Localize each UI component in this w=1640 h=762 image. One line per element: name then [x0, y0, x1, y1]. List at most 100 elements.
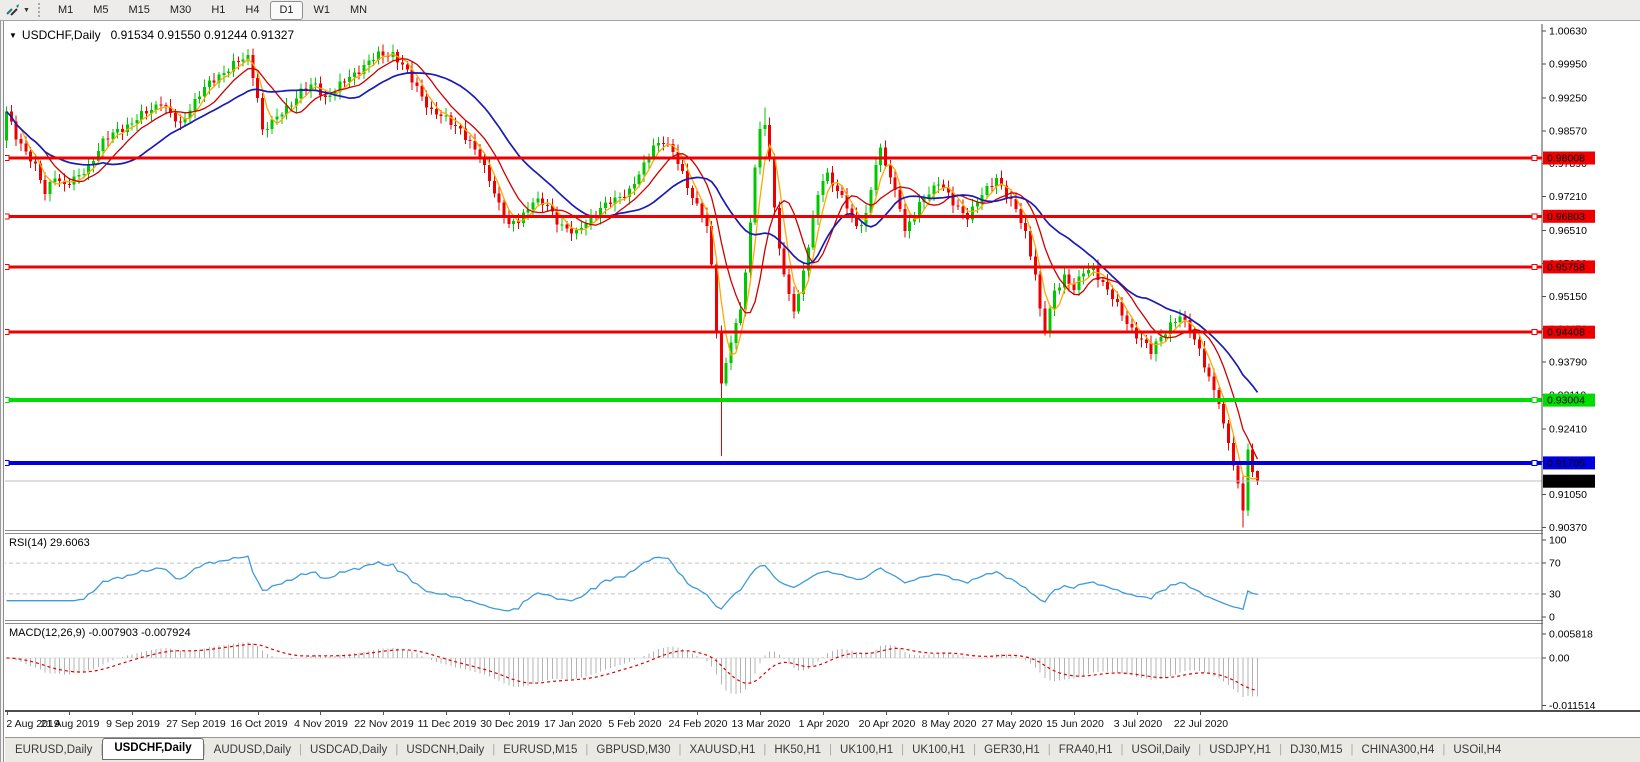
chart-tab-usdcnh-daily[interactable]: USDCNH,Daily [397, 741, 493, 760]
axis-tick-label: 0.96510 [1549, 225, 1587, 237]
date-label: 30 Dec 2019 [480, 718, 540, 730]
panel-splitter[interactable] [0, 620, 1640, 624]
date-tick-mark [446, 712, 447, 715]
date-tick-mark [1074, 712, 1075, 715]
ma-slow-line [5, 72, 1259, 393]
chart-tab-fra40-h1[interactable]: FRA40,H1 [1050, 741, 1122, 760]
axis-tick-label: 70 [1549, 558, 1561, 570]
timeframe-buttons: M1 M5 M15 M30 H1 H4 D1 W1 MN [48, 0, 377, 20]
date-tick-mark [823, 712, 824, 715]
timeframe-button-m15[interactable]: M15 [120, 1, 159, 20]
chart-title: ▼ USDCHF,Daily 0.91534 0.91550 0.91244 0.9… [9, 28, 294, 42]
current-price-label: 0.91327 [1543, 474, 1595, 488]
hline-0-91705[interactable] [2, 459, 1542, 466]
panel-splitter[interactable] [0, 530, 1640, 534]
date-tick-mark [69, 712, 70, 715]
svg-text:0.91327: 0.91327 [1547, 476, 1585, 488]
toolbar-grip[interactable] [37, 3, 40, 17]
date-label: 11 Dec 2019 [417, 718, 477, 730]
timeframe-button-h4[interactable]: H4 [236, 1, 268, 20]
price-axis[interactable]: 1.006300.999500.992500.985700.978900.972… [1541, 22, 1640, 712]
chart-plot-area[interactable]: 1.006300.999500.992500.985700.978900.972… [0, 0, 1640, 762]
timeframe-toolbar: ▼ M1 M5 M15 M30 H1 H4 D1 W1 MN [0, 0, 1640, 21]
chart-tab-eurusd-daily[interactable]: EURUSD,Daily [6, 741, 101, 760]
axis-tick-label: 0.91050 [1549, 489, 1587, 501]
timeframe-button-m1[interactable]: M1 [49, 1, 82, 20]
axis-tick-label: 0.98570 [1549, 125, 1587, 137]
axis-tick-label: 0.99950 [1549, 59, 1587, 71]
chart-tab-usoil-h4[interactable]: USOil,H4 [1444, 741, 1510, 760]
date-label: 4 Nov 2019 [294, 718, 348, 730]
chart-menu-caret-icon[interactable]: ▼ [9, 31, 17, 40]
date-tick-mark [1137, 712, 1138, 715]
chart-tab-china300-h4[interactable]: CHINA300,H4 [1352, 741, 1443, 760]
date-tick-mark [886, 712, 887, 715]
window-left-border [0, 21, 5, 762]
svg-text:0.95758: 0.95758 [1547, 261, 1585, 273]
chart-tab-usdjpy-h1[interactable]: USDJPY,H1 [1200, 741, 1280, 760]
axis-tick-label: 0.95150 [1549, 291, 1587, 303]
chart-tab-gbpusd-m30[interactable]: GBPUSD,M30 [587, 741, 679, 760]
hline-price-label: 0.96803 [1543, 209, 1595, 223]
timeframe-button-mn[interactable]: MN [341, 1, 376, 20]
date-tick-mark [948, 712, 949, 715]
candles-layer [5, 44, 1259, 528]
date-tick-mark [383, 712, 384, 715]
chart-tab-xauusd-h1[interactable]: XAUUSD,H1 [681, 741, 765, 760]
chart-style-dropdown-icon[interactable]: ▼ [23, 7, 30, 14]
date-tick-mark [7, 712, 8, 715]
svg-text:0.98008: 0.98008 [1547, 153, 1585, 165]
hline-0-96803[interactable] [2, 213, 1542, 220]
timeframe-button-d1[interactable]: D1 [270, 0, 303, 20]
date-tick-mark [1200, 712, 1201, 715]
date-tick-mark [634, 712, 635, 715]
chart-tab-usdcad-daily[interactable]: USDCAD,Daily [301, 741, 396, 760]
date-label: 8 May 2020 [921, 718, 977, 730]
timeframe-button-m30[interactable]: M30 [161, 1, 200, 20]
axis-tick-label: 0 [1549, 612, 1555, 624]
date-label: 1 Apr 2020 [798, 718, 850, 730]
axis-tick-label: 0.92410 [1549, 423, 1587, 435]
date-tick-mark [1011, 712, 1012, 715]
chart-tab-ger30-h1[interactable]: GER30,H1 [975, 741, 1049, 760]
svg-text:0.96803: 0.96803 [1547, 211, 1585, 223]
chart-title-ohlc: 0.91534 0.91550 0.91244 0.91327 [110, 28, 295, 42]
date-tick-mark [572, 712, 573, 715]
hline-price-label: 0.95758 [1543, 260, 1595, 274]
date-label: 13 Mar 2020 [731, 718, 791, 730]
svg-text:0.93004: 0.93004 [1547, 395, 1585, 407]
date-tick-mark [760, 712, 761, 715]
chart-tab-hk50-h1[interactable]: HK50,H1 [765, 741, 830, 760]
chart-tab-audusd-daily[interactable]: AUDUSD,Daily [205, 741, 300, 760]
rsi-line [6, 555, 1258, 612]
date-label: 22 Jul 2020 [1173, 718, 1229, 730]
timeframe-button-h1[interactable]: H1 [202, 1, 234, 20]
date-label: 21 Aug 2019 [40, 718, 100, 730]
hline-price-label: 0.94408 [1543, 325, 1595, 339]
hline-0-93004[interactable] [2, 397, 1542, 404]
axis-tick-label: 0.00 [1549, 653, 1570, 665]
hline-price-label: 0.91705 [1543, 456, 1595, 470]
chart-tab-eurusd-m15[interactable]: EURUSD,M15 [494, 741, 586, 760]
date-label: 5 Feb 2020 [608, 718, 662, 730]
chart-tab-usdchf-daily[interactable]: USDCHF,Daily [102, 738, 204, 760]
chart-tab-uk100-h1[interactable]: UK100,H1 [831, 741, 902, 760]
chart-tab-dj30-m15[interactable]: DJ30,M15 [1281, 741, 1351, 760]
macd-indicator [2, 642, 1541, 698]
chart-tab-uk100-h1[interactable]: UK100,H1 [903, 741, 974, 760]
date-axis[interactable]: 2 Aug 2019 21 Aug 2019 9 Sep 2019 27 Sep 20… [0, 711, 1640, 737]
date-label: 20 Apr 2020 [858, 718, 916, 730]
hline-0-98008[interactable] [2, 155, 1542, 161]
chart-tab-usoil-daily[interactable]: USOil,Daily [1122, 741, 1199, 760]
date-label: 9 Sep 2019 [106, 718, 160, 730]
hline-price-label: 0.93004 [1543, 393, 1595, 407]
chart-style-icon[interactable] [5, 3, 21, 17]
timeframe-button-w1[interactable]: W1 [305, 1, 340, 20]
date-label: 3 Jul 2020 [1113, 718, 1163, 730]
hline-0-94408[interactable] [2, 329, 1542, 336]
hline-0-95758[interactable] [2, 263, 1542, 270]
svg-text:0.91705: 0.91705 [1547, 457, 1585, 469]
date-label: 27 May 2020 [981, 718, 1043, 730]
chart-title-symbol: USDCHF,Daily [21, 28, 101, 42]
timeframe-button-m5[interactable]: M5 [84, 1, 117, 20]
